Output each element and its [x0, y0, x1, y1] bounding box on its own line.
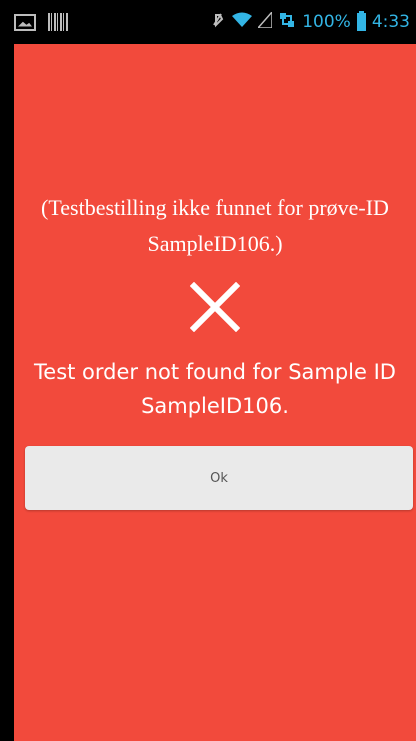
signal-icon: [256, 9, 273, 33]
barcode-icon: [48, 13, 68, 31]
status-bar-left: [14, 13, 68, 31]
error-dialog: (Testbestilling ikke funnet for prøve-ID…: [14, 44, 416, 741]
image-icon: [14, 13, 36, 31]
wifi-icon: [232, 12, 253, 33]
status-bar: 100% 4:33: [0, 0, 416, 44]
data-icon: [278, 11, 296, 34]
mute-icon: [210, 11, 226, 34]
status-bar-right: 100% 4:33: [210, 9, 410, 34]
error-message: Test order not found for Sample ID Sampl…: [34, 360, 396, 418]
localized-error-message: (Testbestilling ikke funnet for prøve-ID…: [41, 195, 389, 256]
screen-edge: [0, 44, 14, 741]
battery-icon: [356, 11, 366, 31]
battery-percent: 100%: [302, 12, 351, 32]
ok-button[interactable]: Ok: [25, 446, 413, 510]
clock: 4:33: [371, 12, 410, 32]
close-icon: [189, 281, 241, 333]
